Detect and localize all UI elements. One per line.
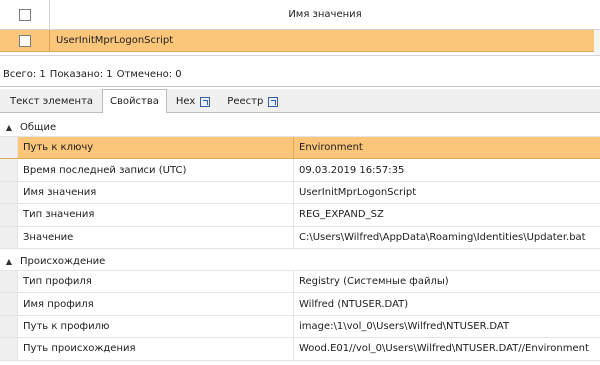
property-row[interactable]: Время последней записи (UTC) 09.03.2019 … (0, 159, 600, 182)
tab-label: Hex (175, 96, 196, 107)
status-bar: Всего: 1 Показано: 1 Отмечено: 0 (0, 66, 600, 82)
category-title: Общие (20, 122, 57, 133)
table-row[interactable]: UserInitMprLogonScript (0, 30, 594, 52)
external-link-icon[interactable] (268, 96, 279, 107)
grid-scrollbar[interactable] (594, 30, 600, 55)
value-name-cell[interactable]: UserInitMprLogonScript (50, 30, 594, 51)
property-value[interactable]: C:\Users\Wilfred\AppData\Roaming\Identit… (294, 227, 600, 248)
property-name: Путь к профилю (18, 315, 294, 338)
property-value[interactable]: image:\1\vol_0\Users\Wilfred\NTUSER.DAT (294, 316, 600, 337)
status-shown: Показано: 1 (49, 68, 113, 80)
header-checkbox-cell (0, 0, 50, 29)
row-gutter (0, 270, 18, 293)
row-gutter (0, 293, 18, 315)
category-title: Происхождение (20, 255, 106, 267)
external-link-icon[interactable] (200, 96, 211, 107)
status-checked: Отмечено: 0 (116, 68, 182, 80)
property-name: Значение (18, 226, 294, 248)
tab-registry[interactable]: Реестр (219, 90, 286, 112)
status-total: Всего: 1 (3, 68, 46, 80)
property-row[interactable]: Путь происхождения Wood.E01//vol_0\Users… (0, 338, 600, 361)
property-value[interactable]: Registry (Системные файлы) (294, 271, 600, 292)
property-name: Время последней записи (UTC) (18, 159, 294, 181)
property-name: Имя профиля (18, 293, 294, 315)
property-row[interactable]: Тип значения REG_EXPAND_SZ (0, 204, 600, 227)
column-header-value-name[interactable]: Имя значения (50, 0, 600, 29)
property-row[interactable]: Имя профиля Wilfred (NTUSER.DAT) (0, 293, 600, 316)
category-general[interactable]: ▲ Общие (0, 119, 600, 137)
property-name: Тип значения (18, 204, 294, 226)
property-row[interactable]: Путь к ключу Environment (0, 137, 600, 160)
property-grid: ▲ Общие Путь к ключу Environment Время п… (0, 119, 600, 365)
tab-hex[interactable]: Hex (168, 90, 218, 112)
property-name: Тип профиля (18, 270, 294, 293)
row-gutter (0, 315, 18, 338)
row-checkbox-cell (0, 30, 50, 51)
property-value[interactable]: 09.03.2019 16:57:35 (294, 159, 600, 180)
property-name: Путь к ключу (18, 137, 294, 159)
property-value[interactable]: Environment (294, 137, 600, 159)
property-value[interactable]: Wood.E01//vol_0\Users\Wilfred\NTUSER.DAT… (294, 338, 600, 359)
row-gutter (0, 137, 18, 159)
collapse-icon[interactable]: ▲ (0, 123, 18, 132)
property-name: Путь происхождения (18, 338, 294, 360)
row-gutter (0, 204, 18, 226)
collapse-icon[interactable]: ▲ (0, 257, 18, 266)
detail-tabs: Текст элемента Свойства Hex Реестр (0, 89, 600, 113)
status-divider (0, 86, 600, 87)
grid-header: Имя значения (0, 0, 600, 30)
category-origin[interactable]: ▲ Происхождение (0, 252, 600, 271)
property-value[interactable]: REG_EXPAND_SZ (294, 204, 600, 225)
property-row[interactable]: Тип профиля Registry (Системные файлы) (0, 270, 600, 294)
row-gutter (0, 226, 18, 248)
tab-properties[interactable]: Свойства (102, 89, 167, 113)
property-row[interactable]: Имя значения UserInitMprLogonScript (0, 181, 600, 205)
property-name: Имя значения (18, 181, 294, 204)
property-value[interactable]: UserInitMprLogonScript (294, 182, 600, 203)
values-grid: Имя значения UserInitMprLogonScript (0, 0, 600, 58)
tab-label: Текст элемента (10, 96, 94, 107)
row-gutter (0, 181, 18, 204)
grid-divider (0, 55, 600, 56)
select-all-checkbox[interactable] (18, 8, 31, 21)
row-checkbox[interactable] (18, 34, 31, 47)
property-value[interactable]: Wilfred (NTUSER.DAT) (294, 293, 600, 314)
tab-label: Свойства (110, 96, 159, 107)
property-row[interactable]: Значение C:\Users\Wilfred\AppData\Roamin… (0, 226, 600, 249)
row-gutter (0, 159, 18, 181)
row-gutter (0, 338, 18, 360)
property-row[interactable]: Путь к профилю image:\1\vol_0\Users\Wilf… (0, 315, 600, 339)
tab-item-text[interactable]: Текст элемента (2, 90, 101, 112)
tab-label: Реестр (227, 96, 264, 107)
